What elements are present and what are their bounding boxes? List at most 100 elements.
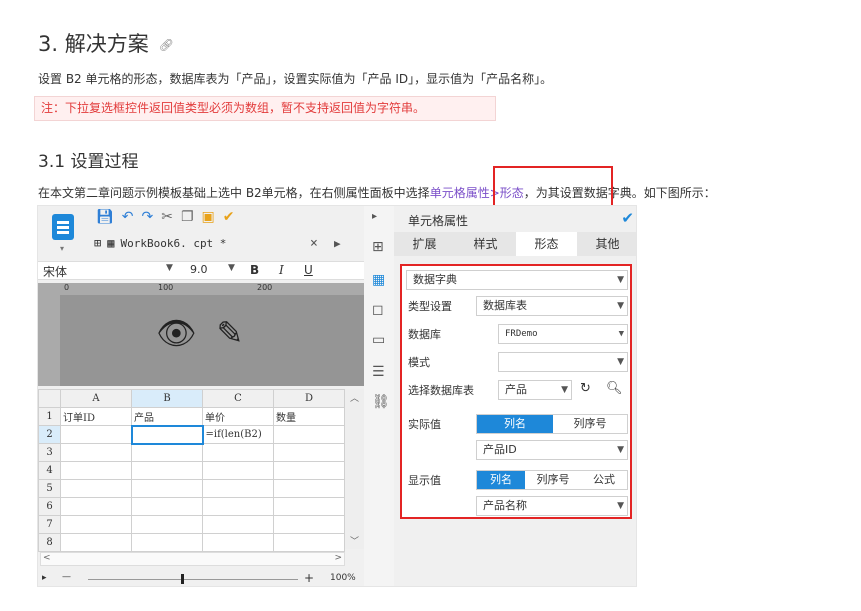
format-painter-icon[interactable]: ✔ [223, 209, 235, 227]
mode-select[interactable]: ▼ [498, 352, 628, 372]
cell[interactable] [131, 461, 203, 480]
cell[interactable] [60, 533, 132, 552]
cell[interactable] [60, 443, 132, 462]
cell[interactable] [60, 479, 132, 498]
cut-icon[interactable]: ✂ [161, 209, 173, 227]
grid-view-icon[interactable]: ⊞ [94, 236, 101, 250]
zoom-out-button[interactable]: — [62, 572, 71, 582]
cell-b2-selected[interactable] [130, 424, 204, 445]
chevron-down-icon[interactable]: ▼ [228, 263, 235, 273]
row-header[interactable]: 6 [38, 497, 61, 516]
actual-option-column-index[interactable]: 列序号 [553, 415, 627, 433]
display-option-column-name[interactable]: 列名 [477, 471, 525, 489]
checkmark-icon[interactable]: ✔ [621, 209, 634, 227]
row-header[interactable]: 3 [38, 443, 61, 462]
bold-button[interactable]: B [250, 263, 259, 277]
cell-a1[interactable]: 订单ID [60, 407, 132, 426]
cell-d2[interactable] [273, 425, 345, 444]
row-header[interactable]: 8 [38, 533, 61, 552]
display-value-select[interactable]: 产品名称 ▼ [476, 496, 628, 516]
edit-pencil-icon[interactable]: ✎ [217, 314, 244, 352]
underline-button[interactable]: U [304, 263, 313, 277]
widget-settings-icon[interactable]: ▭ [372, 332, 385, 348]
font-size-select[interactable]: 9.0 [190, 263, 208, 276]
tab-style[interactable]: 样式 [455, 232, 516, 256]
eye-off-icon[interactable]: 👁︎ [156, 314, 197, 352]
undo-icon[interactable]: ↶ [122, 209, 134, 227]
condition-attribute-icon[interactable]: ☰ [372, 364, 385, 380]
font-family-select[interactable]: 宋体 [43, 263, 67, 280]
save-icon[interactable]: 💾︎ [96, 209, 114, 227]
cell[interactable] [202, 461, 274, 480]
cell-a2[interactable] [60, 425, 132, 444]
row-header[interactable]: 4 [38, 461, 61, 480]
tab-menu-icon[interactable]: ▶ [334, 237, 341, 250]
display-option-formula[interactable]: 公式 [581, 471, 627, 489]
cell[interactable] [202, 479, 274, 498]
tab-form[interactable]: 形态 [516, 232, 577, 256]
logo-dropdown-icon[interactable]: ▾ [60, 244, 64, 253]
chevron-down-icon[interactable]: ▼ [166, 263, 173, 273]
cell[interactable] [202, 443, 274, 462]
cell[interactable] [273, 515, 345, 534]
cell[interactable] [131, 533, 203, 552]
sheet-icon[interactable]: ▦ [107, 236, 114, 250]
link-icon[interactable]: 🔗︎ [159, 38, 174, 52]
cell[interactable] [202, 497, 274, 516]
refresh-icon[interactable]: ↻ [580, 381, 591, 396]
sheet-nav-icon[interactable]: ▸ [42, 573, 47, 583]
horizontal-scrollbar[interactable]: < > [40, 552, 345, 566]
display-option-column-index[interactable]: 列序号 [525, 471, 581, 489]
zoom-slider-handle[interactable] [181, 574, 184, 584]
cell[interactable] [131, 497, 203, 516]
tab-expand[interactable]: 扩展 [394, 232, 455, 256]
cell[interactable] [273, 443, 345, 462]
close-tab-button[interactable]: × [310, 236, 318, 251]
copy-icon[interactable]: ❐ [181, 209, 194, 227]
preview-icon[interactable]: 🔍︎ [606, 381, 623, 396]
widget-type-select[interactable]: 数据字典 ▼ [406, 270, 628, 290]
tab-other[interactable]: 其他 [577, 232, 636, 256]
cell[interactable] [131, 515, 203, 534]
cell[interactable] [60, 497, 132, 516]
file-tab[interactable]: WorkBook6. cpt * [120, 237, 226, 250]
database-select[interactable]: FRDemo ▼ [498, 324, 628, 344]
zoom-in-button[interactable]: + [304, 571, 314, 585]
row-header[interactable]: 2 [38, 425, 61, 444]
actual-option-column-name[interactable]: 列名 [477, 415, 553, 433]
cell-c2[interactable]: =if(len(B2) [202, 425, 274, 444]
paste-icon[interactable]: ▣ [202, 209, 215, 227]
type-setting-select[interactable]: 数据库表 ▼ [476, 296, 628, 316]
cell-d1[interactable]: 数量 [273, 407, 345, 426]
zoom-slider-track[interactable] [88, 579, 298, 580]
cell[interactable] [202, 533, 274, 552]
float-element-icon[interactable]: ◻ [372, 302, 384, 318]
actual-value-select[interactable]: 产品ID ▼ [476, 440, 628, 460]
cell[interactable] [60, 515, 132, 534]
table-select[interactable]: 产品 ▼ [498, 380, 572, 400]
column-header-b[interactable]: B [131, 389, 203, 408]
cell-element-icon[interactable]: ⊞ [372, 239, 384, 255]
row-header[interactable]: 1 [38, 407, 61, 426]
vertical-scrollbar[interactable]: ︿ ﹀ [345, 389, 364, 549]
row-header[interactable]: 7 [38, 515, 61, 534]
cell[interactable] [202, 515, 274, 534]
cell[interactable] [273, 497, 345, 516]
italic-button[interactable]: I [279, 263, 284, 277]
chevron-right-icon[interactable]: > [334, 553, 342, 563]
redo-icon[interactable]: ↷ [142, 209, 154, 227]
column-header-d[interactable]: D [273, 389, 345, 408]
chevron-left-icon[interactable]: < [43, 553, 51, 563]
cell[interactable] [131, 479, 203, 498]
chevron-down-icon[interactable]: ﹀ [350, 534, 359, 547]
column-header-c[interactable]: C [202, 389, 274, 408]
collapse-arrow-icon[interactable]: ▸ [372, 211, 377, 222]
hyperlink-icon[interactable]: ⛓ [372, 394, 390, 410]
row-header[interactable]: 5 [38, 479, 61, 498]
cell-attribute-icon[interactable]: ▦ [372, 272, 385, 288]
cell-b1[interactable]: 产品 [131, 407, 203, 426]
column-header-a[interactable]: A [60, 389, 132, 408]
cell[interactable] [273, 461, 345, 480]
cell[interactable] [131, 443, 203, 462]
cell[interactable] [60, 461, 132, 480]
